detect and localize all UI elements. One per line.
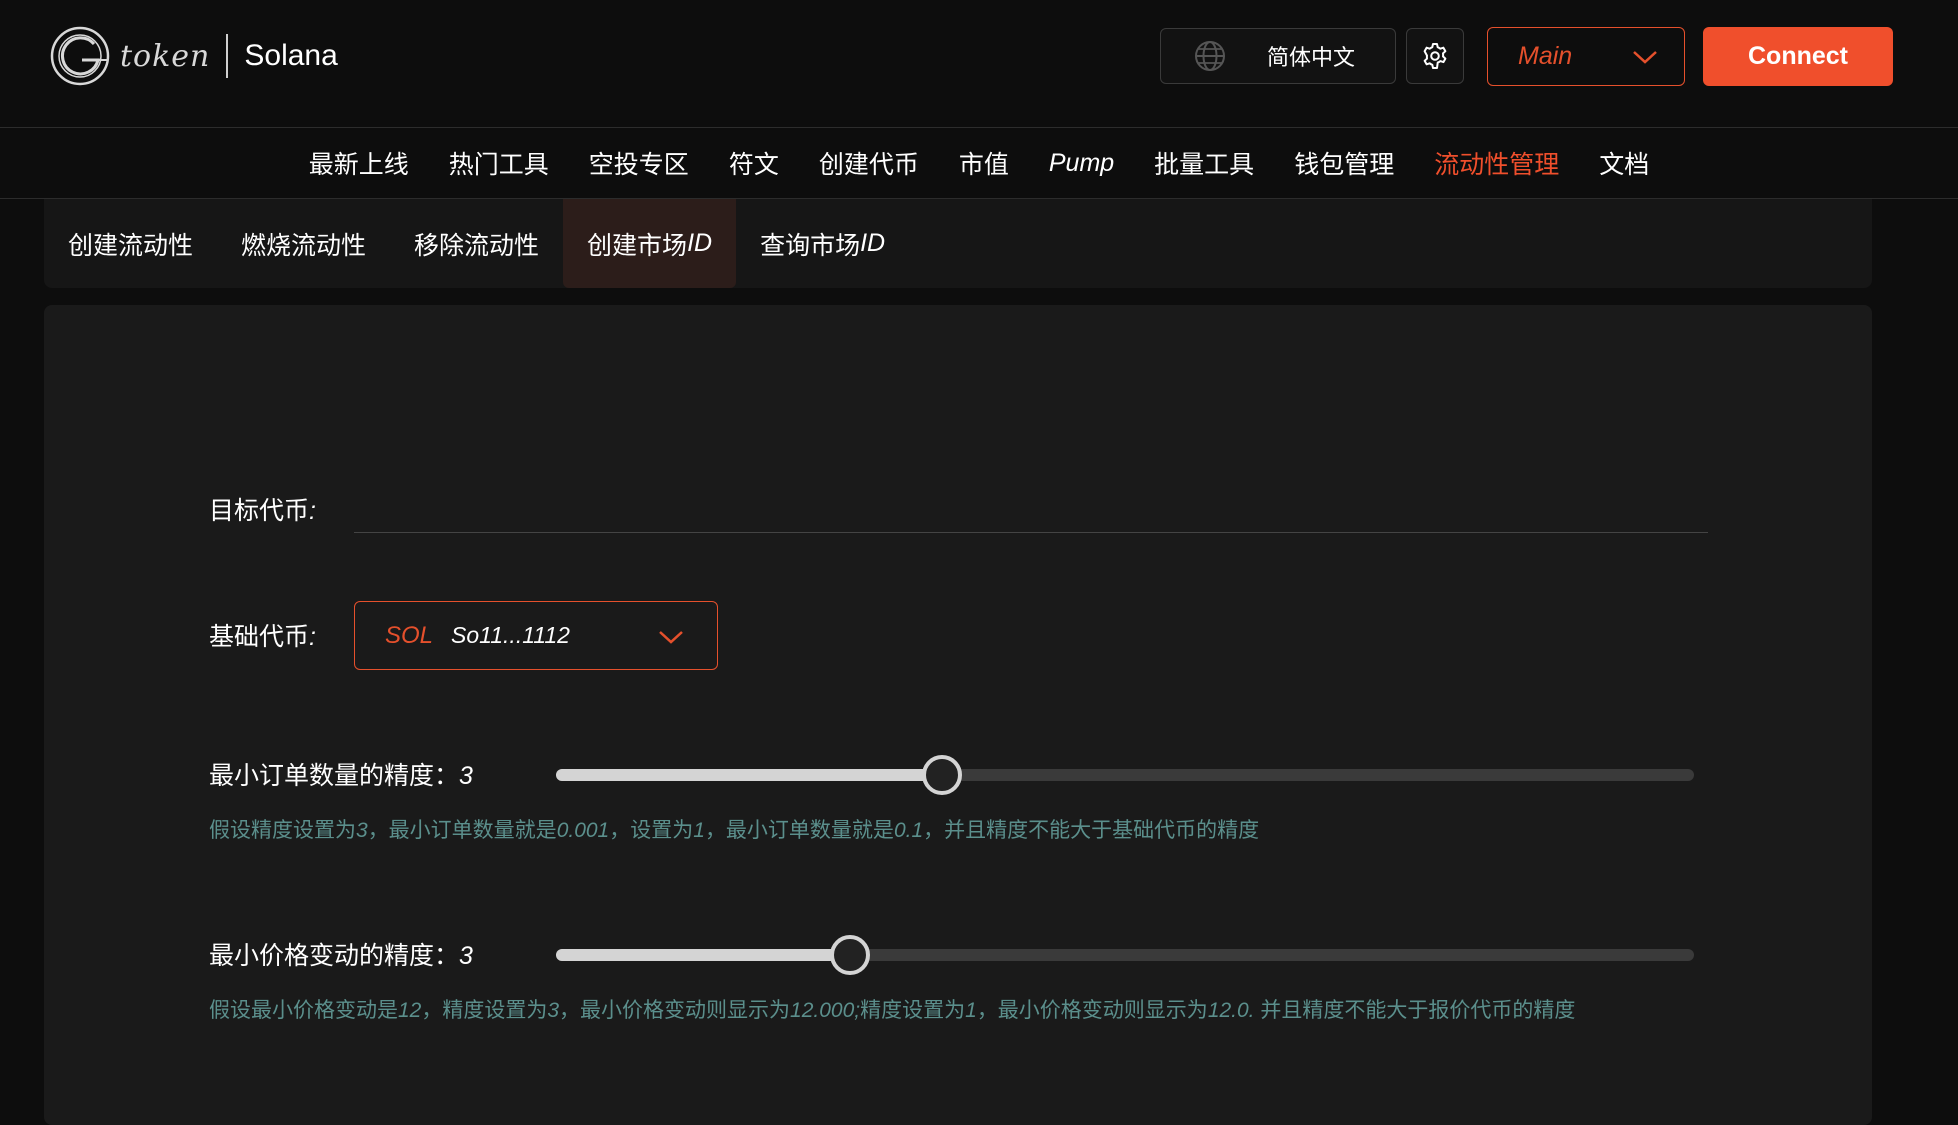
- nav-item-create-token[interactable]: 创建代币: [819, 145, 919, 181]
- nav-item-airdrop[interactable]: 空投专区: [589, 145, 689, 181]
- hint-text: 假设最小价格变动是: [209, 998, 398, 1022]
- min-order-precision-label-text: 最小订单数量的精度：: [209, 761, 460, 790]
- create-market-form: 目标代币: 基础代币: SOL So11...1112 最小订单数量的精度：3 …: [44, 305, 1872, 1125]
- base-token-label: 基础代币:: [209, 617, 316, 653]
- slider-fill: [556, 769, 942, 781]
- g-token-logo-icon: [50, 26, 110, 86]
- nav-item-latest[interactable]: 最新上线: [309, 145, 409, 181]
- slider-fill: [556, 949, 850, 961]
- target-token-input[interactable]: [354, 491, 1708, 533]
- slider-thumb[interactable]: [830, 935, 870, 975]
- hint-number: 3: [547, 999, 560, 1022]
- tab-burn-liquidity[interactable]: 燃烧流动性: [217, 199, 390, 288]
- tab-query-market-id[interactable]: 查询市场 ID: [736, 199, 909, 288]
- chevron-down-icon: [659, 631, 683, 644]
- language-label: 简体中文: [1267, 46, 1356, 71]
- language-button[interactable]: 简体中文: [1160, 28, 1396, 84]
- hint-number: 1: [965, 999, 977, 1022]
- hint-text: ，最小订单数量就是: [367, 818, 557, 842]
- hint-text: 精度设置为: [860, 998, 966, 1022]
- network-select[interactable]: Main: [1487, 27, 1685, 86]
- hint-text: ，设置为: [609, 818, 694, 842]
- nav-item-pump[interactable]: Pump: [1049, 149, 1114, 178]
- nav-item-batch-tools[interactable]: 批量工具: [1154, 145, 1254, 181]
- hint-text: 假设精度设置为: [209, 818, 356, 842]
- min-order-precision-value: 3: [459, 762, 473, 790]
- min-price-precision-hint: 假设最小价格变动是12，精度设置为3，最小价格变动则显示为12.000;精度设置…: [209, 992, 1739, 1029]
- tab-label: 查询市场: [760, 230, 861, 260]
- tab-label-suffix: ID: [687, 229, 713, 257]
- base-token-address: So11...1112: [451, 622, 570, 648]
- nav-item-docs[interactable]: 文档: [1599, 145, 1649, 181]
- liquidity-subtabs: 创建流动性 燃烧流动性 移除流动性 创建市场 ID 查询市场 ID: [44, 199, 1872, 288]
- target-token-label: 目标代币:: [209, 491, 316, 527]
- logo-divider: [226, 34, 229, 78]
- tab-label: 创建市场: [587, 230, 688, 260]
- hint-number: 1: [693, 819, 705, 842]
- globe-icon: [1195, 41, 1225, 71]
- tab-label: 创建流动性: [68, 230, 194, 260]
- min-price-precision-label: 最小价格变动的精度：3: [209, 936, 473, 972]
- logo[interactable]: token Solana: [48, 24, 338, 88]
- chevron-down-icon: [1633, 51, 1657, 64]
- tab-label: 移除流动性: [414, 230, 540, 260]
- slider-thumb[interactable]: [922, 755, 962, 795]
- nav-item-runes[interactable]: 符文: [729, 145, 779, 181]
- tab-remove-liquidity[interactable]: 移除流动性: [390, 199, 563, 288]
- min-price-precision-slider[interactable]: [556, 935, 1694, 975]
- nav-item-wallet[interactable]: 钱包管理: [1294, 145, 1394, 181]
- hint-number: 12.0.: [1207, 999, 1261, 1022]
- tab-label-suffix: ID: [860, 229, 886, 257]
- nav-item-hot-tools[interactable]: 热门工具: [449, 145, 549, 181]
- nav-item-liquidity[interactable]: 流动性管理: [1434, 145, 1559, 181]
- base-token-symbol: SOL: [385, 621, 434, 649]
- hint-number: 12: [398, 999, 422, 1022]
- settings-button[interactable]: [1406, 28, 1464, 84]
- min-order-precision-slider[interactable]: [556, 755, 1694, 795]
- min-price-precision-label-text: 最小价格变动的精度：: [209, 941, 460, 970]
- chain-name: Solana: [244, 39, 338, 72]
- hint-text: ，并且精度不能大于基础代币的精度: [923, 818, 1260, 842]
- min-order-precision-label: 最小订单数量的精度：3: [209, 756, 473, 792]
- tab-create-liquidity[interactable]: 创建流动性: [44, 199, 217, 288]
- hint-number: 0.001: [556, 819, 610, 842]
- nav-item-market-cap[interactable]: 市值: [959, 145, 1009, 181]
- label-colon: :: [309, 623, 316, 651]
- tab-create-market-id[interactable]: 创建市场 ID: [563, 199, 737, 288]
- hint-number: 0.1: [893, 819, 924, 842]
- logo-text: token: [120, 38, 211, 74]
- target-token-label-text: 目标代币: [209, 496, 310, 525]
- min-order-precision-hint: 假设精度设置为3，最小订单数量就是0.001，设置为1，最小订单数量就是0.1，…: [209, 812, 1739, 849]
- hint-number: 12.000;: [790, 999, 861, 1022]
- hint-text: ，精度设置为: [421, 998, 548, 1022]
- hint-text: ，最小价格变动则显示为: [976, 998, 1208, 1022]
- hint-text: 并且精度不能大于报价代币的精度: [1260, 998, 1576, 1022]
- min-price-precision-value: 3: [459, 942, 473, 970]
- label-colon: :: [309, 497, 316, 525]
- base-token-label-text: 基础代币: [209, 622, 310, 651]
- gear-icon: [1423, 43, 1447, 69]
- hint-text: ，最小订单数量就是: [704, 818, 894, 842]
- connect-button[interactable]: Connect: [1703, 27, 1893, 86]
- hint-number: 3: [356, 819, 368, 842]
- base-token-select[interactable]: SOL So11...1112: [354, 601, 718, 670]
- main-nav: 最新上线 热门工具 空投专区 符文 创建代币 市值 Pump 批量工具 钱包管理…: [0, 128, 1958, 199]
- hint-text: ，最小价格变动则显示为: [559, 998, 791, 1022]
- network-label: Main: [1518, 42, 1573, 70]
- top-bar: token Solana 简体中文 Main Connect: [0, 0, 1958, 128]
- tab-label: 燃烧流动性: [241, 230, 367, 260]
